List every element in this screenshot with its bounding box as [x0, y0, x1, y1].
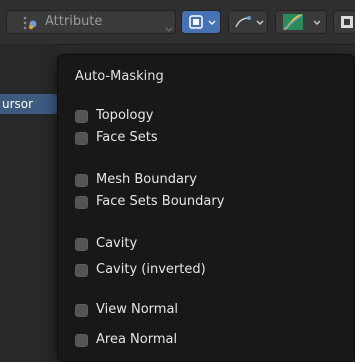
curve-icon: [283, 14, 303, 30]
overlay-icon: [341, 16, 353, 28]
area-normal-checkbox[interactable]: [75, 334, 88, 347]
mesh-boundary-checkbox[interactable]: [75, 174, 88, 187]
option-label: Mesh Boundary: [96, 172, 197, 187]
topology-checkbox[interactable]: [75, 110, 88, 123]
attribute-label: Attribute: [45, 14, 103, 29]
option-label: Face Sets Boundary: [96, 194, 225, 209]
attribute-icon: [21, 15, 39, 31]
option-label: Cavity (inverted): [96, 262, 206, 277]
option-label: Area Normal: [96, 332, 178, 347]
option-label: View Normal: [96, 302, 179, 317]
view-normal-checkbox[interactable]: [75, 304, 88, 317]
extra-toolbar-button[interactable]: [333, 10, 355, 34]
face-sets-boundary-checkbox[interactable]: [75, 196, 88, 209]
auto-masking-popup: Auto-Masking Topology Face Sets Mesh Bou…: [57, 54, 355, 362]
chevron-down-icon: [256, 20, 264, 25]
cavity-inverted-checkbox[interactable]: [75, 264, 88, 277]
dyntopo-button[interactable]: [228, 10, 268, 34]
option-label: Topology: [96, 108, 154, 123]
face-sets-checkbox[interactable]: [75, 132, 88, 145]
header-toolbar: Attribute: [0, 0, 355, 45]
option-label: Cavity: [96, 236, 138, 251]
popup-title: Auto-Masking: [75, 69, 164, 84]
tool-sidebar: ursor: [0, 44, 58, 362]
attribute-dropdown[interactable]: Attribute: [6, 10, 176, 34]
mask-icon: [189, 15, 203, 29]
auto-masking-button[interactable]: [181, 10, 221, 34]
chevron-down-icon: [208, 20, 216, 25]
curve-button[interactable]: [275, 10, 327, 34]
chevron-down-icon: [313, 20, 321, 25]
chevron-down-icon: [165, 19, 173, 32]
cavity-checkbox[interactable]: [75, 238, 88, 251]
cursor-tab[interactable]: ursor: [0, 94, 58, 114]
option-label: Face Sets: [96, 130, 158, 145]
dyntopo-icon: [235, 16, 251, 28]
